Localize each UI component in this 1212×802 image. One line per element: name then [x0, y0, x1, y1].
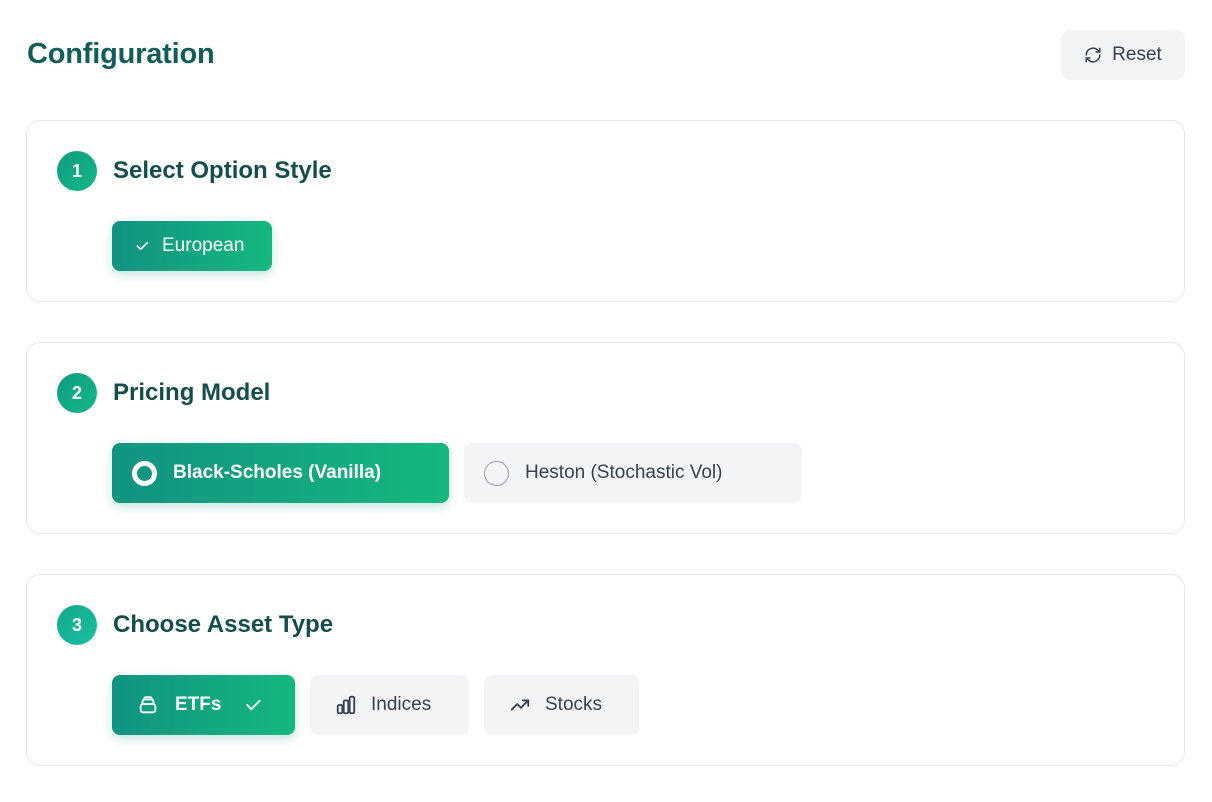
option-label: European — [162, 235, 245, 256]
page-header: Configuration Reset — [27, 30, 1185, 80]
card-title: Choose Asset Type — [113, 611, 334, 638]
pricing-model-options: Black-Scholes (Vanilla) Heston (Stochast… — [112, 443, 802, 503]
refresh-icon — [1085, 47, 1101, 63]
asset-type-options: ETFs Indices Stocks — [112, 675, 639, 735]
check-icon — [136, 241, 149, 251]
asset-type-card: 3 Choose Asset Type ETFs Indices Stocks — [26, 574, 1185, 766]
option-heston[interactable]: Heston (Stochastic Vol) — [464, 443, 802, 503]
bar-chart-icon — [336, 695, 356, 715]
trending-up-icon — [510, 699, 530, 711]
card-title: Select Option Style — [113, 157, 332, 184]
stack-icon — [139, 696, 157, 714]
step-number-badge: 3 — [57, 605, 97, 645]
step-number-badge: 1 — [57, 151, 97, 191]
option-label: Heston (Stochastic Vol) — [525, 462, 723, 483]
option-stocks[interactable]: Stocks — [484, 675, 639, 735]
option-indices[interactable]: Indices — [310, 675, 469, 735]
option-label: Black-Scholes (Vanilla) — [173, 462, 382, 483]
option-style-card: 1 Select Option Style European — [26, 120, 1185, 302]
option-etfs[interactable]: ETFs — [112, 675, 295, 735]
page-title: Configuration — [27, 38, 215, 70]
card-title: Pricing Model — [113, 379, 271, 406]
step-number-badge: 2 — [57, 373, 97, 413]
option-label: ETFs — [175, 694, 222, 715]
option-black-scholes[interactable]: Black-Scholes (Vanilla) — [112, 443, 449, 503]
radio-unselected-icon — [484, 460, 509, 486]
option-label: Indices — [371, 694, 432, 715]
check-icon — [246, 699, 262, 711]
option-european[interactable]: European — [112, 221, 272, 271]
reset-button[interactable]: Reset — [1061, 30, 1185, 80]
pricing-model-card: 2 Pricing Model Black-Scholes (Vanilla) … — [26, 342, 1185, 534]
radio-selected-icon — [132, 460, 157, 486]
option-style-options: European — [112, 221, 272, 271]
reset-label: Reset — [1112, 44, 1162, 65]
option-label: Stocks — [545, 694, 603, 715]
